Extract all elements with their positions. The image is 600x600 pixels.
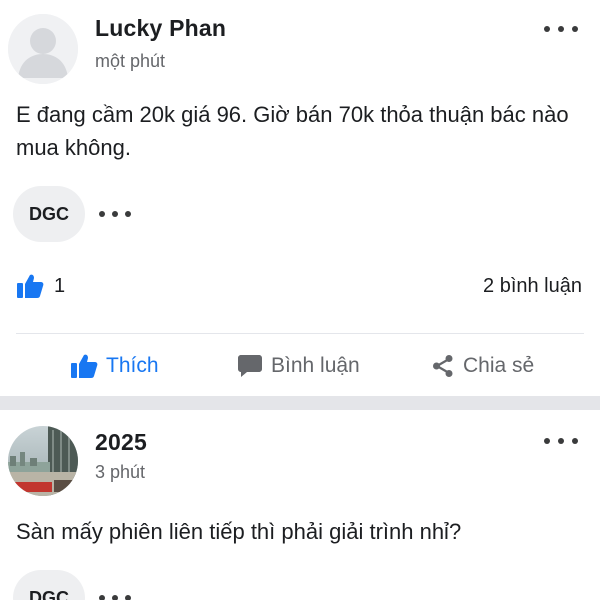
post-time: 3 phút (95, 462, 146, 482)
more-options-icon[interactable] (544, 25, 578, 33)
post-card: Lucky Phan một phút E đang cầm 20k giá 9… (0, 0, 600, 396)
stock-tag[interactable]: DGC (13, 570, 85, 600)
post-time: một phút (95, 51, 166, 71)
post-separator (0, 396, 600, 410)
like-summary[interactable]: 1 (16, 273, 65, 299)
like-button[interactable]: Thích (70, 353, 159, 379)
avatar[interactable] (8, 14, 78, 84)
thumbs-up-icon (16, 273, 44, 299)
tag-more-icon[interactable] (99, 595, 131, 600)
post-content: E đang cầm 20k giá 96. Giờ bán 70k thỏa … (16, 102, 569, 160)
avatar[interactable] (8, 426, 78, 496)
more-options-icon[interactable] (544, 437, 578, 445)
stock-tag[interactable]: DGC (13, 186, 85, 242)
divider (16, 333, 584, 334)
author-name[interactable]: Lucky Phan (95, 15, 226, 42)
comment-icon (237, 354, 263, 378)
share-button[interactable]: Chia sẻ (431, 354, 534, 378)
post-card: 2025 3 phút Sàn mấy phiên liên tiếp thì … (0, 410, 600, 600)
share-label: Chia sẻ (463, 354, 535, 377)
comment-count[interactable]: 2 bình luận (483, 275, 582, 298)
thumbs-up-icon (70, 353, 98, 379)
share-icon (431, 354, 455, 378)
tag-more-icon[interactable] (99, 211, 131, 217)
like-label: Thích (106, 354, 159, 377)
comment-label: Bình luận (271, 354, 360, 377)
comment-button[interactable]: Bình luận (237, 354, 360, 378)
tag-row: DGC (13, 186, 131, 242)
post-stats: 1 2 bình luận (16, 268, 582, 304)
post-content: Sàn mấy phiên liên tiếp thì phải giải tr… (16, 519, 462, 544)
tag-row: DGC (13, 570, 131, 600)
action-bar: Thích Bình luận Chia sẻ (0, 344, 600, 388)
author-name[interactable]: 2025 (95, 429, 147, 456)
like-count: 1 (54, 274, 66, 297)
